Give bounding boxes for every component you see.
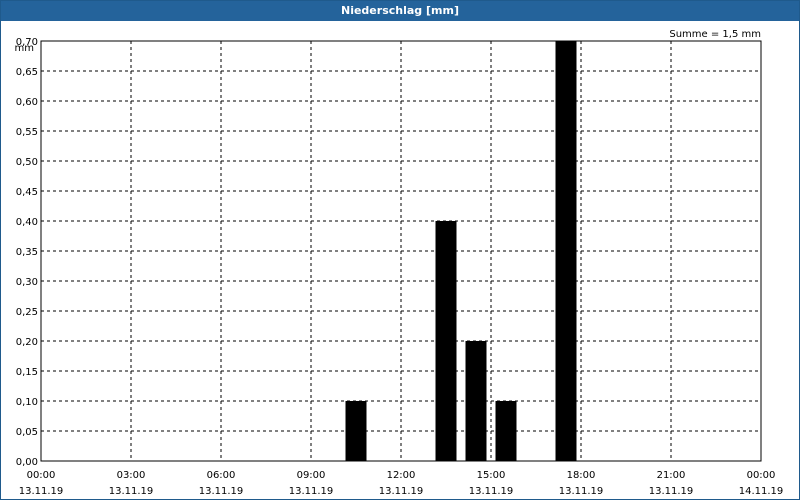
y-tick-label: 0,55 [16,127,38,138]
x-tick-time: 15:00 [477,470,506,481]
y-axis-label: mm [15,43,34,54]
sum-annotation: Summe = 1,5 mm [669,29,761,40]
y-tick-label: 0,65 [16,67,38,78]
y-tick-label: 0,20 [16,337,38,348]
y-tick-label: 0,40 [16,217,38,228]
y-tick-label: 0,10 [16,397,38,408]
x-tick-date: 13.11.19 [289,486,334,497]
y-tick-label: 0,35 [16,247,38,258]
y-tick-label: 0,00 [16,457,38,468]
x-tick-time: 00:00 [27,470,56,481]
x-tick-time: 21:00 [657,470,686,481]
x-tick-date: 13.11.19 [469,486,514,497]
y-tick-label: 0,30 [16,277,38,288]
bar [435,221,457,461]
bar [555,41,577,461]
x-tick-time: 06:00 [207,470,236,481]
x-tick-date: 14.11.19 [739,486,784,497]
x-tick-time: 12:00 [387,470,416,481]
x-tick-time: 18:00 [567,470,596,481]
grid [41,41,761,461]
x-tick-date: 13.11.19 [379,486,424,497]
bar [465,341,487,461]
x-tick-date: 13.11.19 [649,486,694,497]
x-tick-labels: 00:00 13.11.19 03:00 13.11.19 06:00 13.11.19 0… [19,470,784,497]
y-tick-label: 0,25 [16,307,38,318]
y-tick-label: 0,50 [16,157,38,168]
bar [345,401,367,461]
y-tick-label: 0,05 [16,427,38,438]
x-tick-date: 13.11.19 [199,486,244,497]
chart-window: Niederschlag [mm] 0,00 0,05 0,10 0,15 0,20 0,… [0,0,800,500]
x-tick-time: 09:00 [297,470,326,481]
y-tick-label: 0,45 [16,187,38,198]
x-tick-time: 03:00 [117,470,146,481]
bar [495,401,517,461]
y-tick-label: 0,60 [16,97,38,108]
x-tick-date: 13.11.19 [559,486,604,497]
chart-svg: 0,00 0,05 0,10 0,15 0,20 0,25 0,30 0,35 0,40 0,45… [15,29,784,497]
x-tick-date: 13.11.19 [19,486,64,497]
y-tick-labels: 0,00 0,05 0,10 0,15 0,20 0,25 0,30 0,35 0,40 0,45… [16,37,38,468]
x-tick-date: 13.11.19 [109,486,154,497]
y-tick-label: 0,15 [16,367,38,378]
x-tick-time: 00:00 [747,470,776,481]
